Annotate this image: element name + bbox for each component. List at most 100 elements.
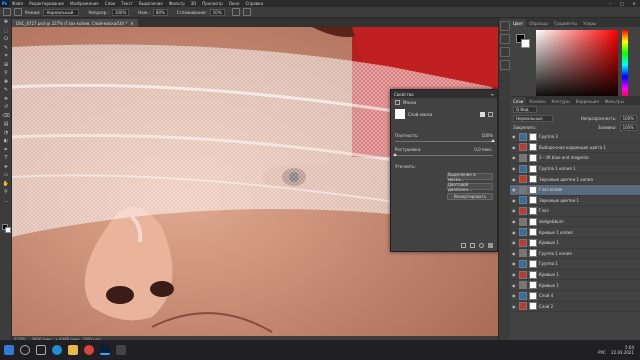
type-icon[interactable]: T xyxy=(0,154,12,163)
layer-mask-thumbnail[interactable] xyxy=(529,143,537,152)
layer-filter-select[interactable]: Q Вид xyxy=(513,106,537,113)
eye-icon[interactable]: ◉ xyxy=(512,134,517,139)
load-selection-icon[interactable] xyxy=(461,243,466,248)
gradient-icon[interactable]: ▤ xyxy=(0,120,12,129)
pressure-icon[interactable] xyxy=(242,8,251,16)
layer-row[interactable]: ◉ Группа 1 копия 1 xyxy=(510,164,640,175)
menu-item-7[interactable]: 3D xyxy=(188,1,200,6)
eye-icon[interactable]: ◉ xyxy=(512,198,517,203)
layer-row[interactable]: ◉ Кривые 1 xyxy=(510,280,640,291)
layer-opacity-input[interactable]: 100% xyxy=(619,115,637,122)
layer-row[interactable]: ◉ Группа 3 xyxy=(510,132,640,143)
eye-icon[interactable]: ◉ xyxy=(512,208,517,213)
menu-item-3[interactable]: Слои xyxy=(102,1,118,6)
properties-icon[interactable] xyxy=(500,47,510,57)
close-button[interactable]: ✕ xyxy=(628,1,640,6)
invert-button[interactable]: Инвертировать xyxy=(447,193,493,200)
color-tab-1[interactable]: Образцы xyxy=(526,19,551,27)
layer-row[interactable]: ◉ Слой 2 xyxy=(510,302,640,313)
chrome-icon[interactable] xyxy=(84,345,94,355)
menu-item-6[interactable]: Фильтр xyxy=(166,1,188,6)
menu-item-4[interactable]: Текст xyxy=(118,1,136,6)
crop-icon[interactable]: ⌗ xyxy=(0,52,12,61)
feather-knob[interactable] xyxy=(393,153,397,156)
maximize-button[interactable]: □ xyxy=(616,1,628,6)
layer-row[interactable]: ◉ Звуковые цветки 1 копия xyxy=(510,174,640,185)
layer-row[interactable]: ◉ Кривые 1 xyxy=(510,270,640,281)
layers-tab-0[interactable]: Слои xyxy=(510,97,527,105)
layer-mask-thumbnail[interactable] xyxy=(529,217,537,226)
stamp-icon[interactable]: ⎈ xyxy=(0,95,12,104)
opacity-input[interactable]: 100% xyxy=(111,8,130,16)
layer-row[interactable]: ◉ Звуковые цветки 1 xyxy=(510,196,640,207)
path-select-icon[interactable]: ➤ xyxy=(0,163,12,172)
layer-row[interactable]: ◉ Кривые 1 копия xyxy=(510,227,640,238)
layer-mask-thumbnail[interactable] xyxy=(529,249,537,258)
visibility-icon[interactable] xyxy=(479,243,484,248)
adjustments-icon[interactable] xyxy=(500,60,510,70)
edge-icon[interactable] xyxy=(52,345,62,355)
eye-icon[interactable]: ◉ xyxy=(512,177,517,182)
layer-mask-thumbnail[interactable] xyxy=(529,238,537,247)
layer-row[interactable]: ◉ dodge&burn xyxy=(510,217,640,228)
color-tab-3[interactable]: Узоры xyxy=(580,19,599,27)
layers-tab-3[interactable]: Коррекция xyxy=(573,97,602,105)
apply-mask-icon[interactable] xyxy=(470,243,475,248)
menu-item-1[interactable]: Редактирование xyxy=(26,1,67,6)
layer-mask-thumbnail[interactable] xyxy=(529,185,537,194)
explorer-icon[interactable] xyxy=(68,345,78,355)
layer-mask-thumbnail[interactable] xyxy=(529,206,537,215)
layer-mask-thumbnail[interactable] xyxy=(529,164,537,173)
hand-icon[interactable]: ✋ xyxy=(0,180,12,189)
color-range-button[interactable]: Цветовой диапазон... xyxy=(447,182,493,192)
color-tab-2[interactable]: Градиенты xyxy=(551,19,580,27)
panel-menu-icon[interactable]: ≡ xyxy=(491,92,494,97)
more-icon[interactable]: … xyxy=(0,197,12,206)
eye-icon[interactable]: ◉ xyxy=(512,240,517,245)
start-icon[interactable] xyxy=(4,345,14,355)
layer-row[interactable]: ◉ Кривые 1 xyxy=(510,238,640,249)
task-view-icon[interactable] xyxy=(36,345,46,355)
move-icon[interactable]: ✥ xyxy=(0,18,12,27)
marquee-icon[interactable]: ⬚ xyxy=(0,27,12,36)
dodge-icon[interactable]: ◐ xyxy=(0,137,12,146)
layer-mask-thumbnail[interactable] xyxy=(529,196,537,205)
layer-mask-thumbnail[interactable] xyxy=(529,291,537,300)
lasso-icon[interactable]: ⵔ xyxy=(0,35,12,44)
feather-slider[interactable] xyxy=(393,153,493,156)
layers-tab-1[interactable]: Каналы xyxy=(526,97,548,105)
layer-row[interactable]: ◉ Глаз xyxy=(510,206,640,217)
menu-item-0[interactable]: Файл xyxy=(9,1,26,6)
eye-icon[interactable]: ◉ xyxy=(512,283,517,288)
photoshop-taskbar-icon[interactable] xyxy=(100,345,110,355)
actions-icon[interactable] xyxy=(500,34,510,44)
mode-select[interactable]: Нормальный xyxy=(43,8,80,16)
eyedropper-icon[interactable]: ⚲ xyxy=(0,69,12,78)
history-icon[interactable] xyxy=(500,21,510,31)
density-slider[interactable] xyxy=(395,139,495,142)
layer-row[interactable]: ◉ Выборочная коррекция цвета 1 xyxy=(510,143,640,154)
media-icon[interactable] xyxy=(116,345,126,355)
history-brush-icon[interactable]: ↺ xyxy=(0,103,12,112)
home-icon[interactable] xyxy=(3,8,11,16)
eye-icon[interactable]: ◉ xyxy=(512,261,517,266)
frame-icon[interactable]: ⊞ xyxy=(0,61,12,70)
menu-item-8[interactable]: Просмотр xyxy=(199,1,226,6)
layer-mask-thumbnail[interactable] xyxy=(529,132,537,141)
eye-icon[interactable]: ◉ xyxy=(512,145,517,150)
blend-mode-select[interactable]: Нормальные xyxy=(513,115,553,122)
eye-icon[interactable]: ◉ xyxy=(512,304,517,309)
delete-icon[interactable] xyxy=(488,243,493,248)
language-indicator[interactable]: РУС xyxy=(598,350,606,355)
layer-mask-thumbnail[interactable] xyxy=(529,153,537,162)
layers-tab-4[interactable]: Фильтры xyxy=(602,97,627,105)
blur-icon[interactable]: ◔ xyxy=(0,129,12,138)
eye-icon[interactable]: ◉ xyxy=(512,293,517,298)
eye-icon[interactable]: ◉ xyxy=(512,272,517,277)
saturation-field[interactable] xyxy=(536,30,618,100)
feather-value[interactable]: 0,0 пикс. xyxy=(474,147,493,152)
eye-icon[interactable]: ◉ xyxy=(512,166,517,171)
eye-icon[interactable]: ◉ xyxy=(512,230,517,235)
layer-row[interactable]: ◉ Слой 4 xyxy=(510,291,640,302)
menu-item-9[interactable]: Окно xyxy=(226,1,243,6)
